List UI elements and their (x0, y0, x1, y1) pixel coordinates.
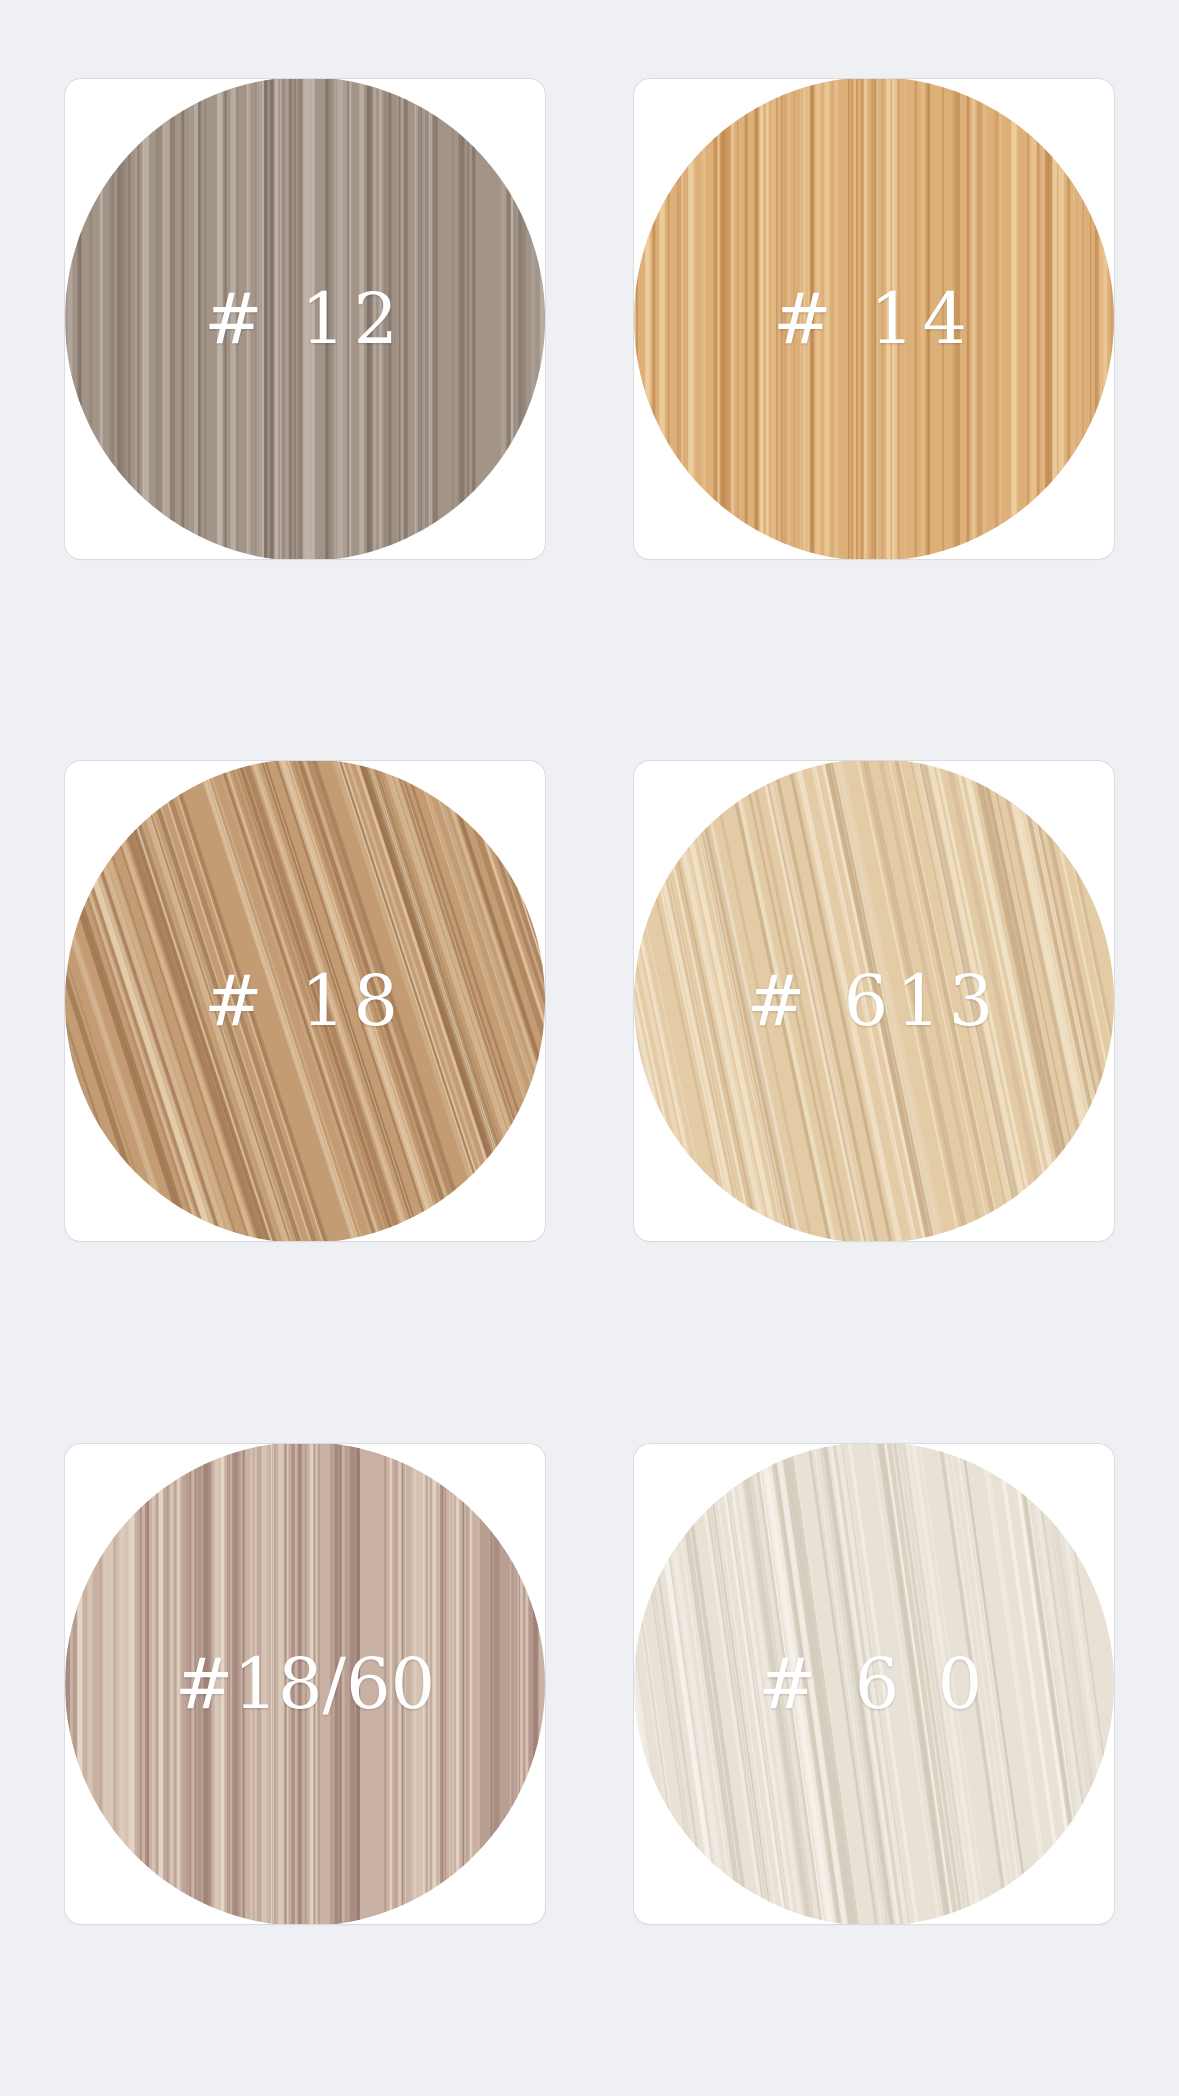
color-swatch-grid: # 12 # 14 # 18 # 613 #18/60 # 6 0 (0, 0, 1179, 2096)
hair-swatch-image (634, 79, 1114, 559)
hair-swatch-image (65, 1444, 545, 1924)
swatch-card-18[interactable]: # 18 (65, 761, 545, 1241)
swatch-card-60[interactable]: # 6 0 (634, 1444, 1114, 1924)
swatch-card-18-60[interactable]: #18/60 (65, 1444, 545, 1924)
swatch-card-613[interactable]: # 613 (634, 761, 1114, 1241)
swatch-card-14[interactable]: # 14 (634, 79, 1114, 559)
hair-swatch-image (634, 761, 1114, 1241)
swatch-card-12[interactable]: # 12 (65, 79, 545, 559)
hair-swatch-image (634, 1444, 1114, 1924)
hair-swatch-image (65, 79, 545, 559)
hair-swatch-image (65, 761, 545, 1241)
